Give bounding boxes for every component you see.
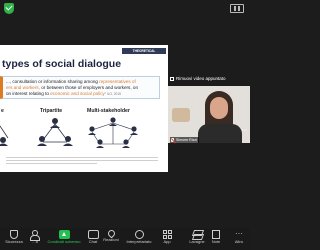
unpin-video-button[interactable]: Rimuovi video appuntato xyxy=(168,74,250,84)
video-more-options-icon[interactable]: ··· xyxy=(242,128,247,134)
reactions-button[interactable]: Reazioni xyxy=(101,228,121,250)
unpin-icon xyxy=(170,77,174,81)
definition-text-2: or between those of employers and worker… xyxy=(39,85,139,90)
more-button[interactable]: ··· Altro xyxy=(230,228,248,250)
share-screen-icon xyxy=(58,230,70,239)
bipartite-people-icon xyxy=(0,125,9,146)
participants-button[interactable]: …ti xyxy=(27,228,43,250)
share-screen-label: Condividi schermo xyxy=(47,239,81,244)
notes-button[interactable]: Note xyxy=(209,228,223,250)
participant-video[interactable] xyxy=(168,86,250,143)
shield-icon xyxy=(10,230,18,239)
whiteboard-icon xyxy=(192,230,203,239)
more-icon: ··· xyxy=(235,229,243,238)
definition-text-1: ..., consultation or information sharing… xyxy=(6,79,100,84)
notes-icon xyxy=(212,230,220,239)
more-label: Altro xyxy=(234,239,244,244)
definition-highlight-1: representatives of xyxy=(99,79,136,84)
slide-section-tag: THEORETICAL FRAMEWORK xyxy=(122,48,166,59)
slide-footnote xyxy=(6,157,158,164)
security-shield-icon[interactable] xyxy=(4,3,14,14)
security-button[interactable]: Sicurezza xyxy=(1,228,27,250)
label-multistakeholder: Multi-stakeholder xyxy=(87,108,130,114)
multistakeholder-people-icon xyxy=(88,117,138,148)
chat-label: Chat xyxy=(88,239,98,244)
unpin-video-label: Rimuovi video appuntato xyxy=(176,76,226,81)
share-screen-button[interactable]: Condividi schermo xyxy=(44,228,84,250)
security-label: Sicurezza xyxy=(5,239,23,244)
shared-slide: THEORETICAL FRAMEWORK types of social di… xyxy=(0,45,168,172)
chat-icon xyxy=(87,230,99,239)
tripartite-people-icon xyxy=(37,118,73,146)
meeting-toolbar: Sicurezza …ti Condividi schermo Chat Rea… xyxy=(0,228,250,250)
label-tripartite: Tripartite xyxy=(40,108,63,114)
interpretation-icon xyxy=(134,230,144,239)
definition-highlight-3: economic and social policy xyxy=(50,91,105,96)
top-bar xyxy=(0,0,250,18)
muted-mic-icon xyxy=(171,137,176,144)
participant-name: Simone Rizzi xyxy=(176,138,197,142)
participant-name-tag: Simone Rizzi xyxy=(170,137,199,144)
participants-icon xyxy=(29,230,41,241)
apps-label: App xyxy=(163,239,171,244)
definition-highlight-2: ers and workers, xyxy=(6,85,40,90)
definition-box: ..., consultation or information sharing… xyxy=(0,76,160,99)
apps-button[interactable]: App xyxy=(160,228,174,250)
label-bipartite: e xyxy=(1,108,4,114)
definition-citation: " ILO, 2015 xyxy=(104,92,121,96)
interpretation-label: Interpretariato xyxy=(126,239,152,244)
interpretation-button[interactable]: Interpretariato xyxy=(122,228,156,250)
slide-title: types of social dialogue xyxy=(2,58,122,70)
apps-icon xyxy=(162,230,172,239)
chat-button[interactable]: Chat xyxy=(86,228,100,250)
view-layout-icon[interactable] xyxy=(230,4,244,13)
notes-label: Note xyxy=(211,239,221,244)
definition-text-3: on interest relating to xyxy=(6,91,51,96)
whiteboard-button[interactable]: Lavagne xyxy=(187,228,207,250)
